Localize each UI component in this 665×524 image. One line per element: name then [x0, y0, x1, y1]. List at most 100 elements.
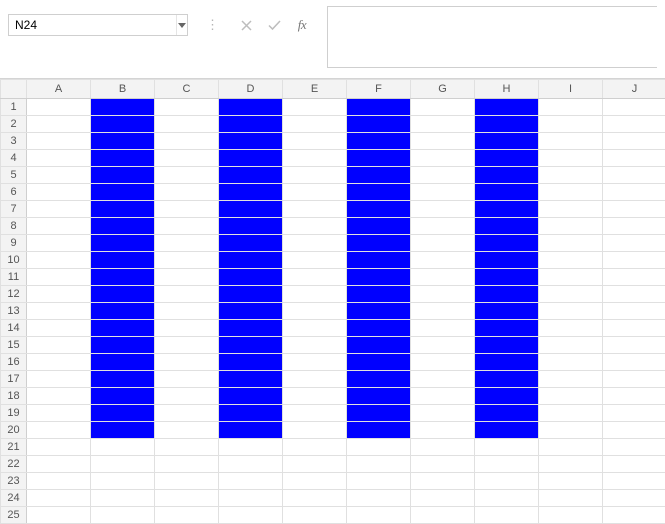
cell[interactable] [475, 507, 539, 524]
cell[interactable] [411, 405, 475, 422]
cell[interactable] [219, 116, 283, 133]
cell[interactable] [27, 354, 91, 371]
cell[interactable] [539, 320, 603, 337]
cell[interactable] [475, 490, 539, 507]
cell[interactable] [27, 490, 91, 507]
cell[interactable] [603, 388, 665, 405]
cell[interactable] [219, 388, 283, 405]
cell[interactable] [347, 439, 411, 456]
row-header[interactable]: 23 [1, 473, 27, 490]
cell[interactable] [411, 456, 475, 473]
cell[interactable] [347, 354, 411, 371]
row-header[interactable]: 2 [1, 116, 27, 133]
cell[interactable] [539, 439, 603, 456]
cell[interactable] [347, 388, 411, 405]
cell[interactable] [27, 422, 91, 439]
cell[interactable] [347, 133, 411, 150]
cell[interactable] [283, 490, 347, 507]
cell[interactable] [91, 320, 155, 337]
cell[interactable] [539, 456, 603, 473]
row-header[interactable]: 12 [1, 286, 27, 303]
cell[interactable] [475, 303, 539, 320]
cell[interactable] [411, 116, 475, 133]
cell[interactable] [603, 201, 665, 218]
formula-input-wrap[interactable] [327, 6, 657, 68]
cell[interactable] [347, 422, 411, 439]
cell[interactable] [603, 218, 665, 235]
cell[interactable] [91, 150, 155, 167]
cell[interactable] [603, 405, 665, 422]
cell[interactable] [219, 473, 283, 490]
cell[interactable] [283, 320, 347, 337]
cell[interactable] [603, 507, 665, 524]
row-header[interactable]: 21 [1, 439, 27, 456]
cell[interactable] [219, 490, 283, 507]
cell[interactable] [475, 388, 539, 405]
cell[interactable] [411, 507, 475, 524]
cell[interactable] [283, 184, 347, 201]
cell[interactable] [155, 218, 219, 235]
cell[interactable] [91, 405, 155, 422]
cell[interactable] [155, 286, 219, 303]
cell[interactable] [91, 133, 155, 150]
cell[interactable] [91, 116, 155, 133]
cell[interactable] [155, 507, 219, 524]
cell[interactable] [91, 473, 155, 490]
cell[interactable] [603, 286, 665, 303]
cell[interactable] [539, 235, 603, 252]
cell[interactable] [411, 439, 475, 456]
cell[interactable] [411, 473, 475, 490]
cell[interactable] [27, 286, 91, 303]
cell[interactable] [603, 235, 665, 252]
cell[interactable] [155, 439, 219, 456]
cell[interactable] [411, 99, 475, 116]
cell[interactable] [91, 371, 155, 388]
cell[interactable] [347, 184, 411, 201]
cell[interactable] [155, 99, 219, 116]
cell[interactable] [475, 184, 539, 201]
cell[interactable] [411, 150, 475, 167]
cell[interactable] [603, 371, 665, 388]
column-header[interactable]: F [347, 80, 411, 99]
cell[interactable] [283, 167, 347, 184]
cell[interactable] [539, 337, 603, 354]
cell[interactable] [347, 235, 411, 252]
cell[interactable] [219, 150, 283, 167]
cell[interactable] [283, 133, 347, 150]
cell[interactable] [475, 422, 539, 439]
cell[interactable] [603, 184, 665, 201]
cell[interactable] [475, 405, 539, 422]
cell[interactable] [219, 371, 283, 388]
row-header[interactable]: 24 [1, 490, 27, 507]
row-header[interactable]: 15 [1, 337, 27, 354]
row-header[interactable]: 25 [1, 507, 27, 524]
cell[interactable] [283, 269, 347, 286]
cell[interactable] [27, 184, 91, 201]
cell[interactable] [475, 320, 539, 337]
row-header[interactable]: 18 [1, 388, 27, 405]
cell[interactable] [347, 473, 411, 490]
cell[interactable] [603, 456, 665, 473]
cell[interactable] [539, 405, 603, 422]
cell[interactable] [27, 150, 91, 167]
cell[interactable] [475, 269, 539, 286]
cell[interactable] [411, 235, 475, 252]
cell[interactable] [27, 133, 91, 150]
row-header[interactable]: 14 [1, 320, 27, 337]
cell[interactable] [283, 218, 347, 235]
cell[interactable] [27, 167, 91, 184]
cell[interactable] [219, 252, 283, 269]
cell[interactable] [347, 99, 411, 116]
cell[interactable] [411, 269, 475, 286]
cell[interactable] [475, 473, 539, 490]
cell[interactable] [539, 371, 603, 388]
cell[interactable] [603, 303, 665, 320]
row-header[interactable]: 7 [1, 201, 27, 218]
row-header[interactable]: 6 [1, 184, 27, 201]
cell[interactable] [155, 252, 219, 269]
cell[interactable] [411, 184, 475, 201]
cell[interactable] [27, 235, 91, 252]
cell[interactable] [219, 507, 283, 524]
row-header[interactable]: 16 [1, 354, 27, 371]
row-header[interactable]: 17 [1, 371, 27, 388]
